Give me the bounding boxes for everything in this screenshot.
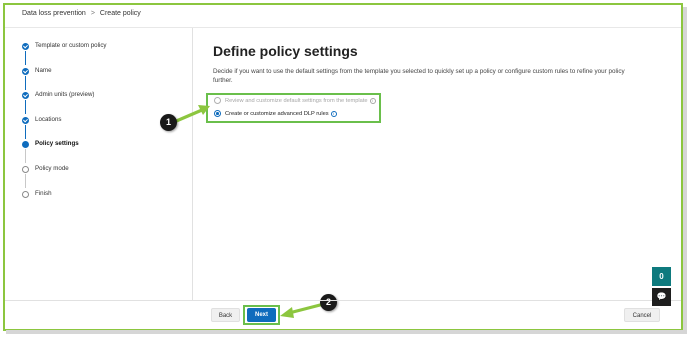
breadcrumb-root[interactable]: Data loss prevention <box>22 10 86 17</box>
option-label: Review and customize default settings fr… <box>225 97 368 104</box>
step-admin-units[interactable]: Admin units (preview) <box>22 89 107 115</box>
breadcrumb-separator: > <box>90 10 95 17</box>
check-icon <box>22 43 29 50</box>
pending-step-icon <box>22 165 29 173</box>
help-assistant-button[interactable]: 0 <box>652 267 671 286</box>
page-title: Define policy settings <box>213 43 358 59</box>
callout-arrow-one <box>173 105 210 124</box>
frame-shadow-bottom <box>6 330 684 334</box>
step-policy-settings[interactable]: Policy settings <box>22 138 107 164</box>
breadcrumb: Data loss prevention > Create policy <box>22 10 141 17</box>
info-icon: i <box>369 97 376 104</box>
step-name[interactable]: Name <box>22 65 107 90</box>
callout-badge-one: 1 <box>160 114 177 131</box>
step-label: Template or custom policy <box>35 42 107 49</box>
next-button[interactable]: Next <box>247 308 276 322</box>
step-connector <box>25 124 26 139</box>
page-description: Decide if you want to use the default se… <box>213 68 625 84</box>
wizard-steps: Template or custom policy Name Admin uni… <box>22 40 107 212</box>
radio-button[interactable] <box>214 110 221 117</box>
step-label: Locations <box>35 115 62 123</box>
step-label: Admin units (preview) <box>35 91 95 99</box>
step-label: Name <box>35 66 52 74</box>
feedback-chat-icon[interactable]: 💬 <box>652 288 671 306</box>
step-template[interactable]: Template or custom policy <box>22 40 107 65</box>
current-step-icon <box>22 141 29 149</box>
step-locations[interactable]: Locations <box>22 114 107 139</box>
check-icon <box>22 92 29 100</box>
step-label: Policy mode <box>35 164 69 172</box>
step-label: Finish <box>35 189 52 197</box>
cancel-button[interactable]: Cancel <box>624 308 660 322</box>
check-icon <box>22 116 29 124</box>
callout-badge-two: 2 <box>320 294 337 311</box>
option-default-settings: Review and customize default settings fr… <box>214 97 376 104</box>
breadcrumb-current: Create policy <box>99 10 141 17</box>
step-finish: Finish <box>22 188 107 213</box>
check-icon <box>22 67 29 75</box>
step-connector <box>25 51 26 65</box>
back-button[interactable]: Back <box>211 308 240 322</box>
step-connector <box>25 149 26 164</box>
step-connector <box>25 173 26 188</box>
step-policy-mode: Policy mode <box>22 163 107 188</box>
option-label[interactable]: Create or customize advanced DLP rules <box>225 111 329 117</box>
footer-divider <box>5 300 681 301</box>
info-icon[interactable]: i <box>330 110 337 117</box>
radio-button <box>214 97 221 104</box>
option-advanced-rules[interactable]: Create or customize advanced DLP rules i <box>214 110 337 117</box>
step-connector <box>25 75 26 90</box>
frame-shadow-right <box>683 7 687 334</box>
pending-step-icon <box>22 190 29 198</box>
step-connector <box>25 100 26 115</box>
step-label: Policy settings <box>35 140 79 148</box>
